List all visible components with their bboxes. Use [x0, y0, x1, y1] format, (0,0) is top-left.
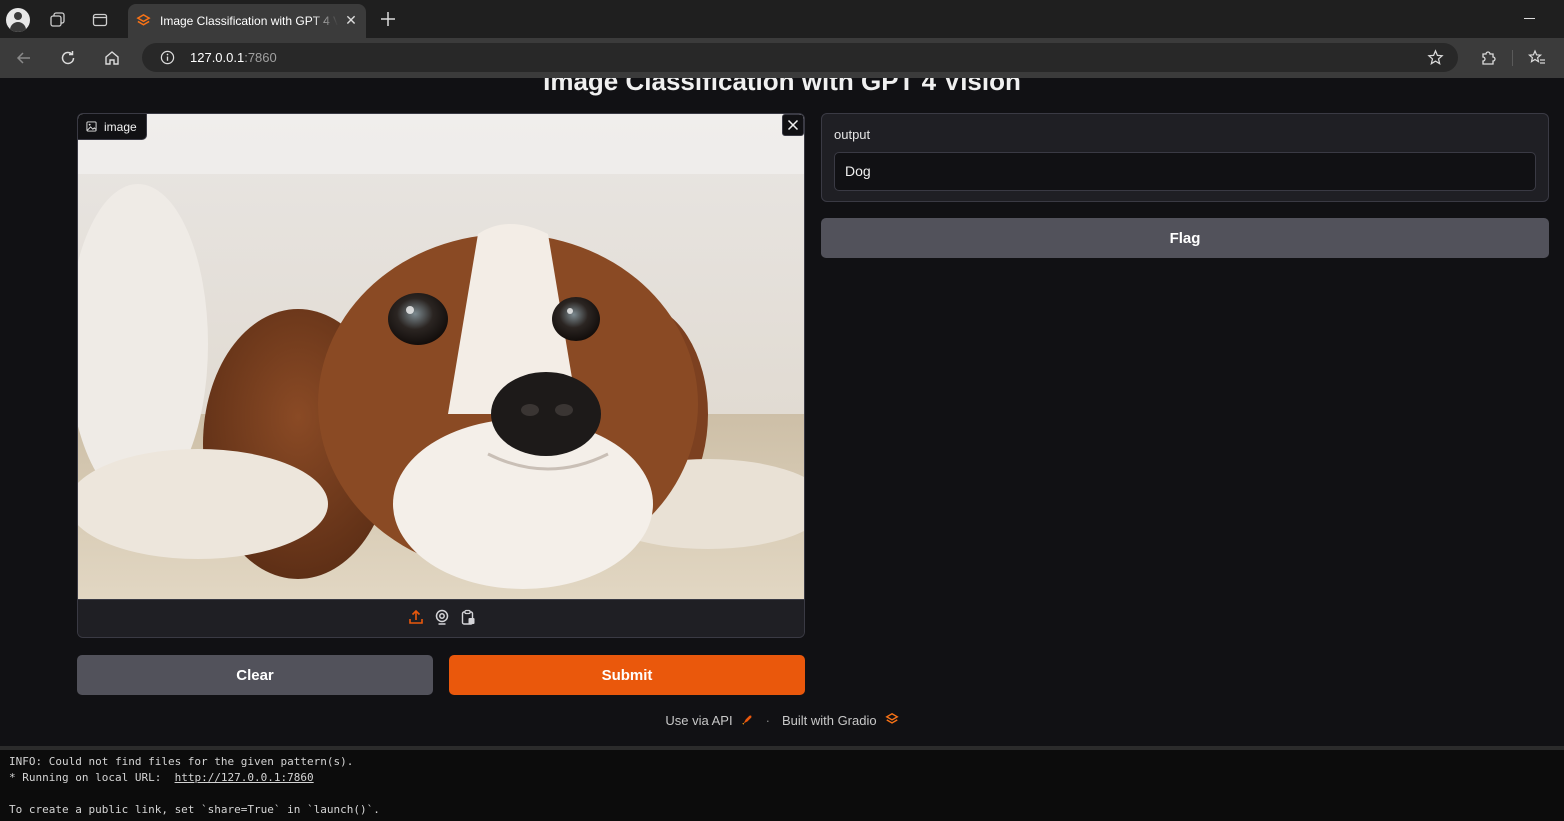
upload-icon[interactable] [408, 609, 424, 630]
image-icon [86, 121, 97, 132]
remove-image-icon[interactable] [782, 114, 804, 136]
refresh-icon[interactable] [57, 47, 79, 69]
page-title: Image Classification with GPT 4 Vision [543, 78, 1021, 96]
url-host: 127.0.0.1 [190, 50, 245, 65]
built-with-gradio-link[interactable]: Built with Gradio [782, 713, 877, 728]
footer-separator: · [765, 713, 770, 728]
output-textbox[interactable]: Dog [834, 152, 1536, 191]
terminal-line: INFO: Could not find files for the given… [9, 755, 354, 768]
extensions-icon[interactable] [1477, 47, 1499, 69]
url-text: 127.0.0.1:7860 [190, 50, 277, 65]
submit-button[interactable]: Submit [449, 655, 805, 695]
image-label: image [104, 119, 137, 134]
gradio-logo-icon [884, 712, 899, 729]
browser-tabstrip: Image Classification with GPT 4 Vision ✕ [0, 0, 1564, 38]
favorite-star-icon[interactable] [1427, 49, 1444, 71]
url-port: :7860 [244, 50, 277, 65]
tab-title: Image Classification with GPT 4 Vision [160, 14, 338, 28]
tab-close-icon[interactable]: ✕ [344, 13, 358, 27]
workspaces-icon[interactable] [48, 10, 68, 30]
browser-toolbar: 127.0.0.1:7860 [0, 38, 1564, 78]
new-tab-icon[interactable] [378, 9, 398, 29]
image-input-panel[interactable]: image [77, 113, 805, 638]
footer: Use via API · Built with Gradio [0, 712, 1564, 729]
terminal-line: * Running on local URL: http://127.0.0.1… [9, 770, 1555, 786]
uploaded-dog-image [78, 114, 804, 599]
output-label: output [834, 127, 871, 142]
tab-actions-icon[interactable] [90, 10, 110, 30]
local-url-link[interactable]: http://127.0.0.1:7860 [175, 771, 314, 784]
home-icon[interactable] [101, 47, 123, 69]
use-via-api-link[interactable]: Use via API [665, 713, 732, 728]
address-bar[interactable]: 127.0.0.1:7860 [142, 43, 1458, 72]
rocket-icon [741, 713, 754, 729]
toolbar-divider [1512, 50, 1513, 66]
flag-button[interactable]: Flag [821, 218, 1549, 258]
image-label-badge: image [78, 114, 147, 140]
profile-avatar-icon[interactable] [6, 8, 30, 32]
back-icon[interactable] [13, 47, 35, 69]
terminal-output: INFO: Could not find files for the given… [0, 750, 1564, 821]
terminal-line: To create a public link, set `share=True… [9, 803, 380, 816]
gradio-app: Image Classification with GPT 4 Vision i… [0, 78, 1564, 746]
terminal-text: * Running on local URL: [9, 771, 175, 784]
clipboard-icon[interactable] [460, 609, 476, 630]
image-source-bar [78, 599, 804, 637]
favorites-icon[interactable] [1526, 47, 1548, 69]
tab-active[interactable]: Image Classification with GPT 4 Vision ✕ [128, 4, 366, 38]
gradio-logo-icon [136, 13, 151, 33]
output-panel: output Dog [821, 113, 1549, 202]
webcam-icon[interactable] [434, 609, 450, 630]
clear-button[interactable]: Clear [77, 655, 433, 695]
minimize-icon[interactable] [1524, 18, 1535, 19]
site-info-icon[interactable] [160, 50, 175, 70]
